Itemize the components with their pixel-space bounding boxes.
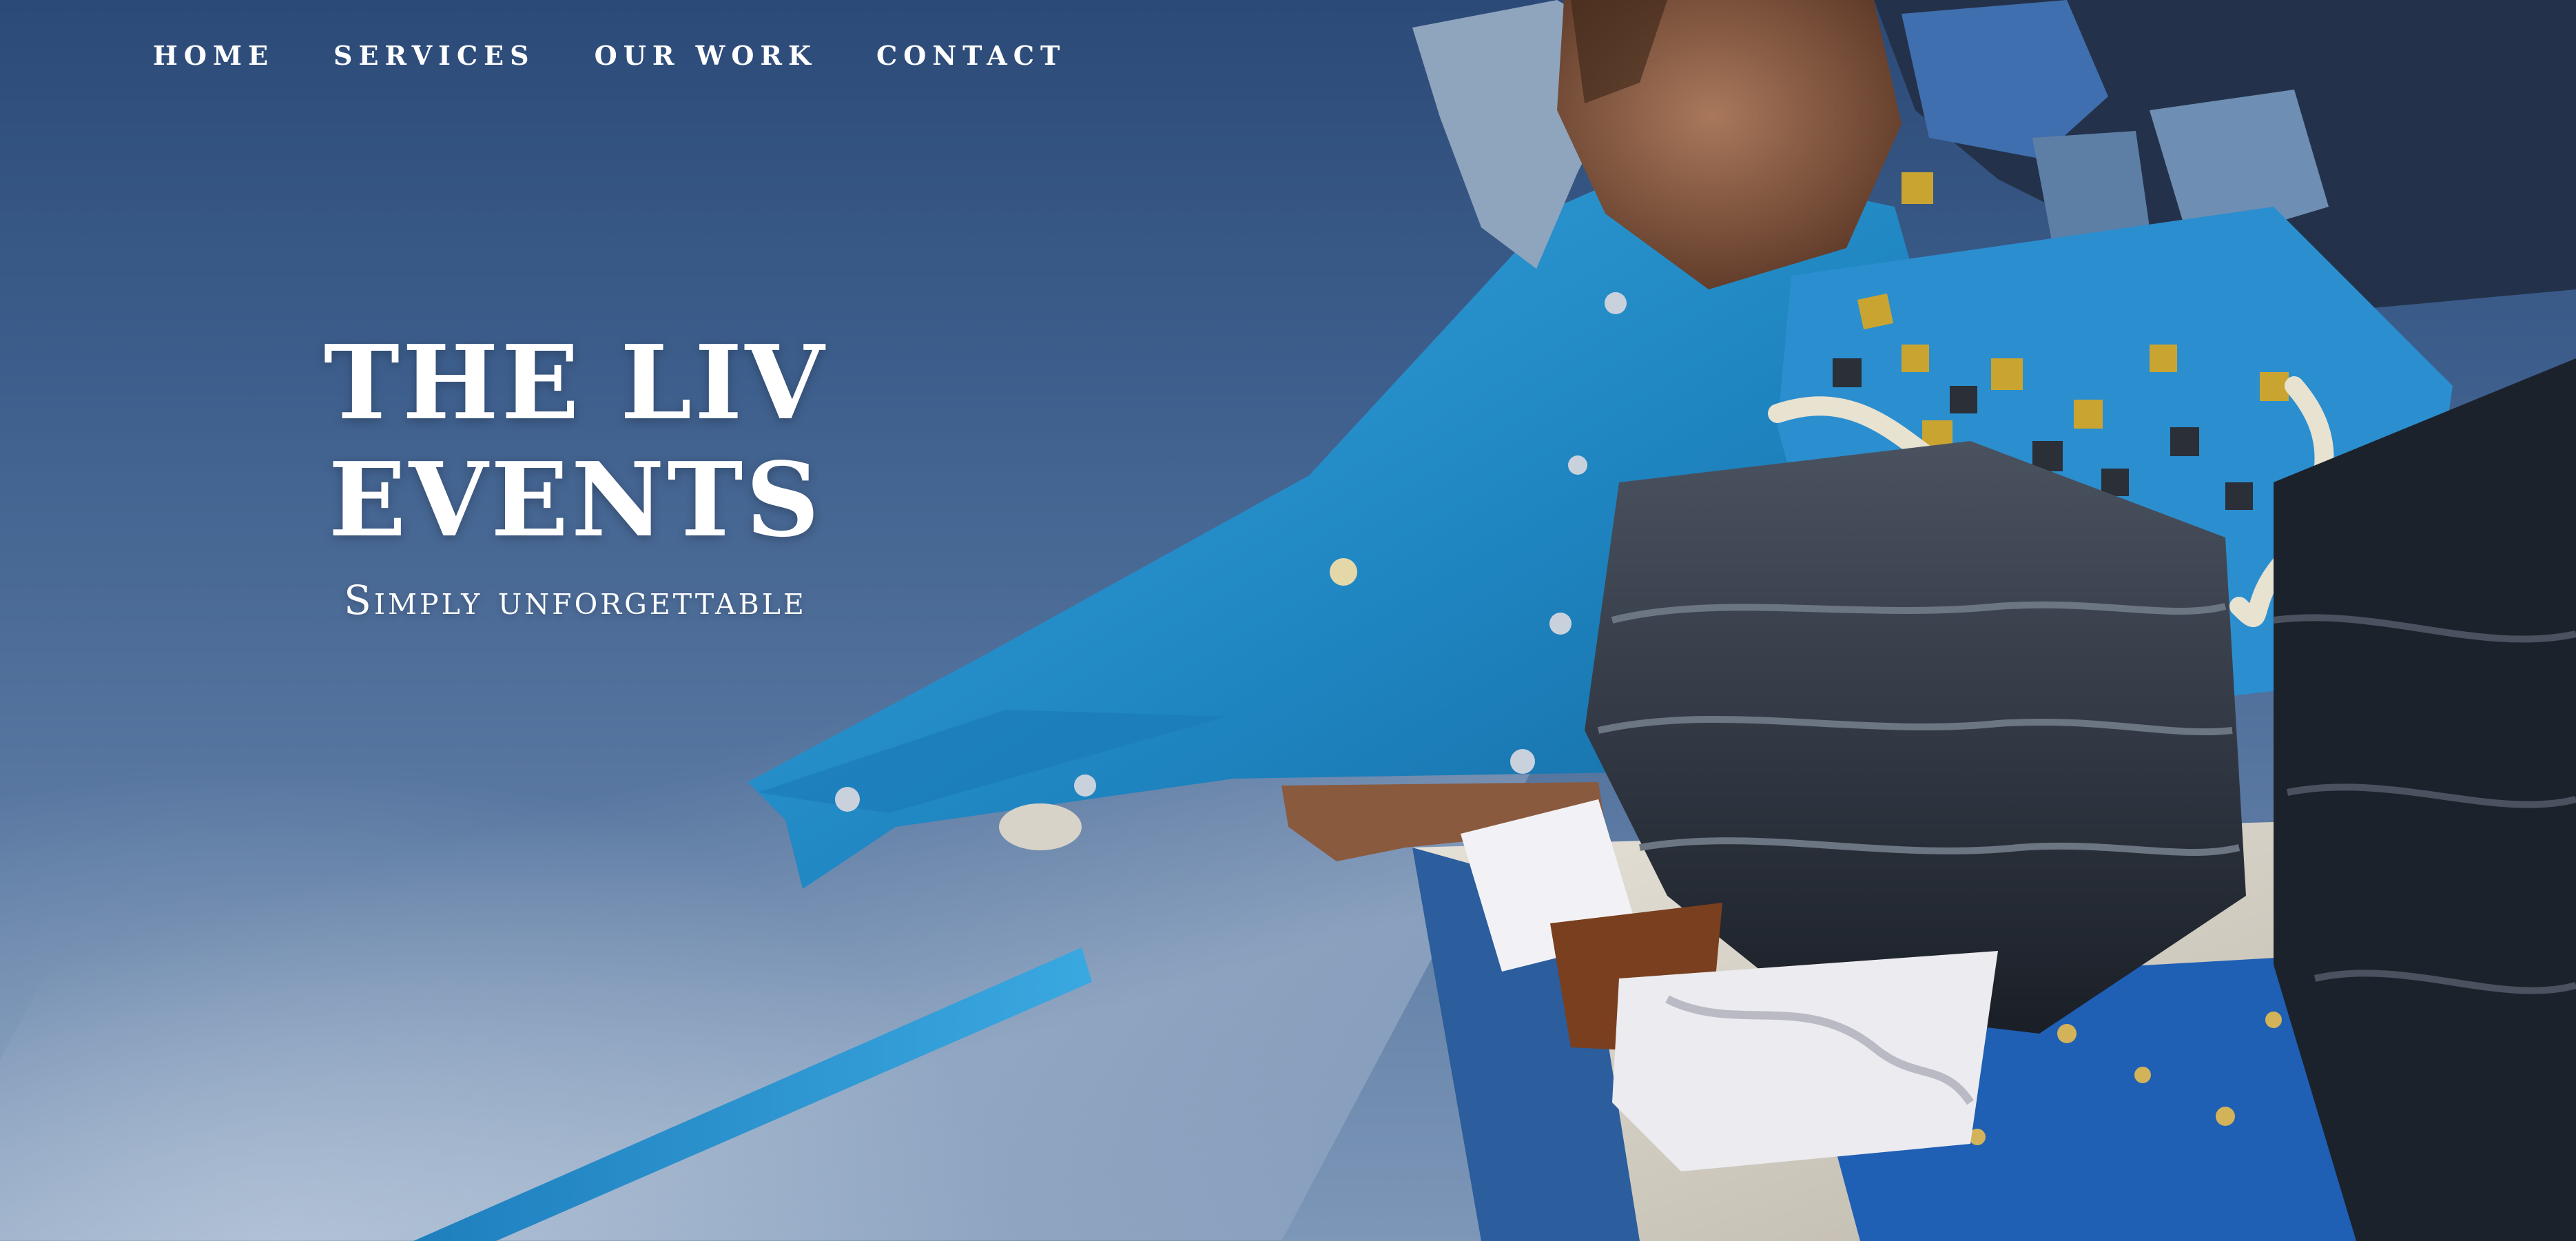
nav-home-link[interactable]: HOME bbox=[153, 39, 274, 73]
nav-our-work-link[interactable]: OUR WORK bbox=[595, 39, 817, 73]
hero-text-block: THE LIV EVENTS Simply unforgettable bbox=[103, 324, 1047, 624]
nav-contact-link[interactable]: CONTACT bbox=[876, 39, 1066, 73]
hero-title: THE LIV EVENTS bbox=[323, 322, 827, 560]
main-nav: HOME SERVICES OUR WORK CONTACT bbox=[153, 39, 1125, 73]
nav-services-link[interactable]: SERVICES bbox=[333, 39, 535, 73]
hero-tagline: Simply unforgettable bbox=[344, 577, 807, 624]
photo-ribbon bbox=[413, 947, 1092, 1241]
